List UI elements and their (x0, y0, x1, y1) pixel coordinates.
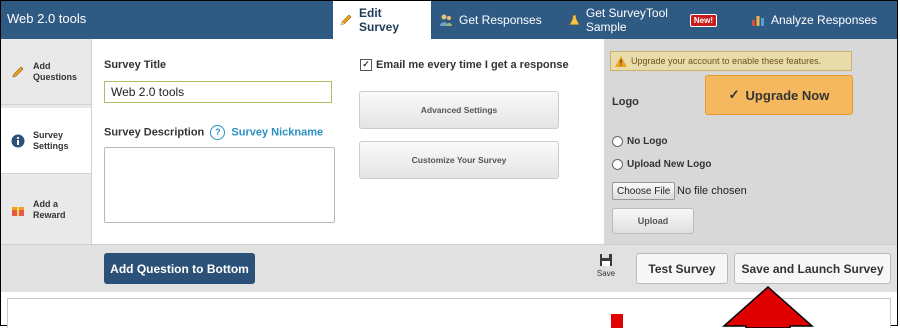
upgrade-notice-text: Upgrade your account to enable these fea… (631, 56, 822, 66)
people-icon (440, 14, 452, 26)
logo-label: Logo (612, 96, 639, 108)
sidebar-item-survey-settings[interactable]: Survey Settings (1, 108, 91, 174)
file-status-text: No file chosen (677, 185, 747, 197)
radio-button[interactable] (612, 159, 623, 170)
radio-label: No Logo (627, 136, 668, 147)
settings-sidebar: Add Questions Survey Settings Add a Rewa… (1, 39, 92, 244)
survey-description-label-row: Survey Description ? Survey Nickname (104, 125, 323, 140)
choose-file-button[interactable]: Choose File (612, 182, 676, 200)
gift-icon (12, 207, 24, 216)
logo-upgrade-panel: Upgrade your account to enable these fea… (604, 39, 897, 244)
radio-button[interactable] (612, 136, 623, 147)
tab-analyze-responses[interactable]: Analyze Responses (745, 1, 895, 39)
survey-description-textarea[interactable] (104, 147, 335, 223)
upgrade-notice: Upgrade your account to enable these fea… (610, 51, 852, 71)
advanced-settings-button[interactable]: Advanced Settings (359, 91, 559, 129)
sidebar-item-label: Add a Reward (33, 199, 66, 220)
sidebar-item-label: Survey Settings (33, 129, 69, 151)
pencil-icon (12, 66, 24, 77)
survey-nickname-link[interactable]: Survey Nickname (231, 126, 323, 138)
test-survey-button[interactable]: Test Survey (636, 253, 728, 284)
survey-title-input[interactable] (104, 81, 332, 103)
upgrade-now-button[interactable]: ✓ Upgrade Now (705, 75, 853, 115)
tab-label: Get Responses (459, 13, 542, 27)
info-icon (11, 134, 25, 147)
pencil-icon (340, 14, 352, 26)
help-icon[interactable]: ? (210, 125, 226, 140)
annotation-marker (611, 314, 623, 328)
radio-upload-new-logo[interactable]: Upload New Logo (612, 159, 711, 170)
sidebar-item-add-reward[interactable]: Add a Reward (1, 177, 91, 243)
survey-description-label: Survey Description (104, 126, 205, 139)
warning-icon (615, 55, 627, 67)
top-nav-bar: Web 2.0 tools Edit Survey Get Responses … (1, 1, 897, 39)
bottom-action-bar: Add Question to Bottom Save Test Survey … (1, 244, 897, 292)
flask-icon (569, 15, 580, 25)
app-title: Web 2.0 tools (7, 11, 87, 26)
save-and-launch-survey-button[interactable]: Save and Launch Survey (734, 253, 891, 284)
email-notification-option[interactable]: ✓ Email me every time I get a response (360, 59, 569, 71)
email-checkbox-label: Email me every time I get a response (376, 59, 569, 71)
radio-label: Upload New Logo (627, 159, 712, 170)
tab-label: Edit Survey (359, 6, 400, 34)
radio-no-logo[interactable]: No Logo (612, 136, 668, 147)
customize-survey-button[interactable]: Customize Your Survey (359, 141, 559, 179)
tab-get-responses[interactable]: Get Responses (433, 1, 553, 39)
bar-chart-icon (752, 16, 764, 26)
floppy-disk-icon (600, 254, 612, 266)
sidebar-item-add-questions[interactable]: Add Questions (1, 39, 91, 105)
tab-label: Get SurveyTool Sample (585, 6, 668, 34)
upgrade-now-label: Upgrade Now (745, 87, 830, 103)
new-badge: New! (689, 13, 717, 27)
tab-label: Analyze Responses (771, 13, 878, 27)
add-question-to-bottom-button[interactable]: Add Question to Bottom (104, 253, 255, 284)
save-button[interactable]: Save (593, 253, 619, 278)
save-label: Save (596, 269, 616, 278)
email-checkbox[interactable]: ✓ (360, 59, 372, 71)
survey-settings-panel: Survey Title Survey Description ? Survey… (92, 39, 604, 244)
checkmark-icon: ✓ (728, 87, 740, 102)
red-arrow-annotation (722, 286, 814, 328)
tab-get-surveytool-sample[interactable]: Get SurveyTool Sample New! (563, 1, 723, 39)
upload-button[interactable]: Upload (612, 208, 694, 234)
sidebar-item-label: Add Questions (33, 60, 78, 82)
tab-edit-survey[interactable]: Edit Survey (333, 1, 431, 39)
survey-title-label: Survey Title (104, 59, 167, 71)
